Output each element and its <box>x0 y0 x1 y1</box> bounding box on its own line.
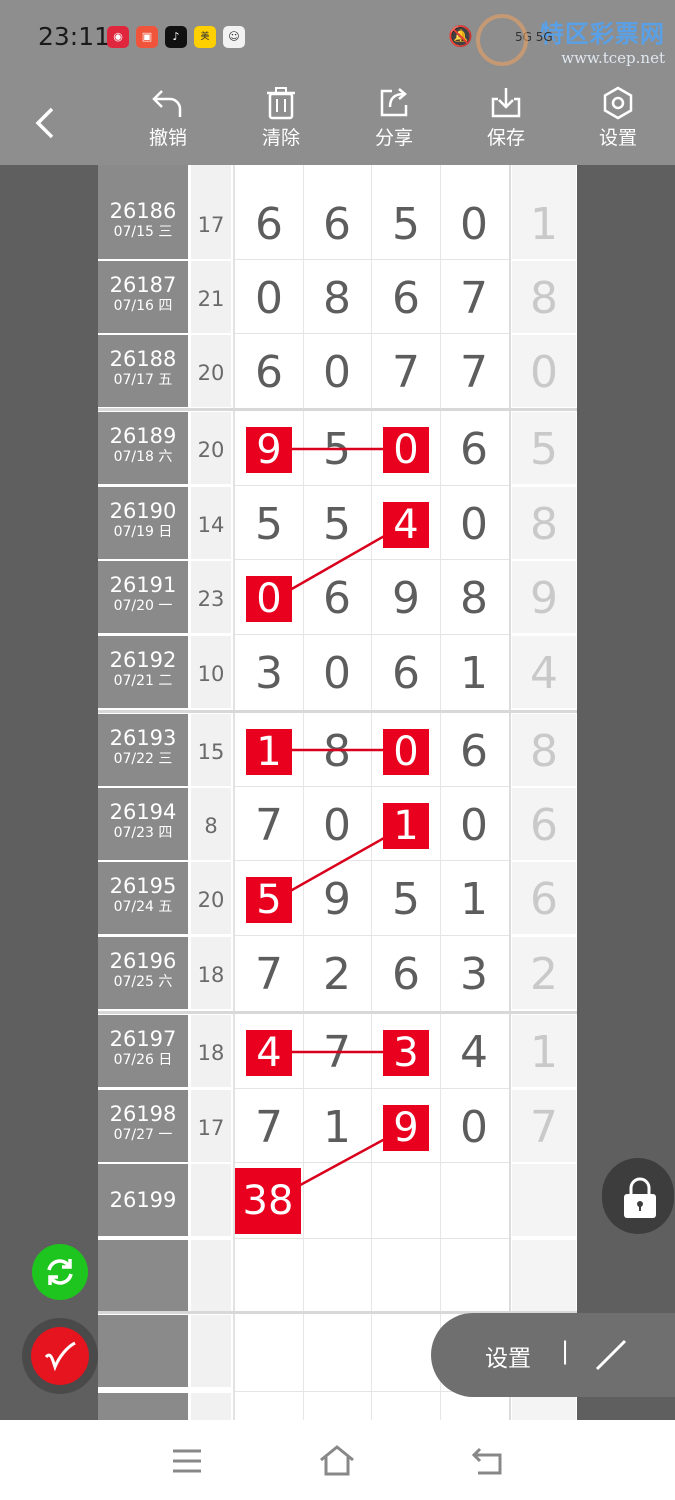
back-button[interactable] <box>28 103 62 147</box>
menu-icon[interactable] <box>170 1446 204 1476</box>
floating-tool-panel: 设置 | <box>431 1313 675 1397</box>
digit-cell[interactable]: 9 <box>235 412 303 484</box>
settings-button[interactable]: 设置 <box>578 85 658 150</box>
chevron-left-icon <box>35 107 54 139</box>
refresh-button[interactable] <box>32 1244 88 1300</box>
pen-tool-inner <box>31 1327 89 1385</box>
sync-icon <box>47 1259 73 1285</box>
digit-cell[interactable]: 4 <box>235 1015 303 1087</box>
shop-app-icon: ▣ <box>136 26 158 48</box>
mute-icon: 🔕 <box>448 24 473 48</box>
share-icon <box>380 88 408 117</box>
toolbar: 撤销 清除 分享 保存 设置 <box>0 75 675 165</box>
digit-cell[interactable]: 9 <box>372 1090 440 1162</box>
save-label: 保存 <box>486 127 525 149</box>
digit-cell[interactable]: 0 <box>372 412 440 484</box>
clear-button[interactable]: 清除 <box>241 85 321 150</box>
pen-stroke-icon <box>44 1341 76 1372</box>
highlighted-digit[interactable]: 0 <box>383 427 429 473</box>
lock-icon <box>624 1177 656 1218</box>
watermark-title: 特区彩票网 <box>540 20 665 48</box>
undo-label: 撤销 <box>148 127 187 149</box>
highlighted-digit[interactable]: 4 <box>246 1030 292 1076</box>
digit-cell[interactable]: 0 <box>372 714 440 786</box>
highlighted-digit[interactable]: 1 <box>383 803 429 849</box>
panel-settings-button[interactable]: 设置 <box>485 1339 531 1373</box>
home-icon[interactable] <box>318 1444 356 1478</box>
gear-icon <box>603 86 633 120</box>
lock-button[interactable] <box>602 1158 674 1234</box>
fan-app-icon: ◉ <box>107 26 129 48</box>
line-tool-icon[interactable] <box>591 1335 631 1375</box>
highlighted-digit[interactable]: 0 <box>246 576 292 622</box>
undo-icon <box>152 90 182 117</box>
share-label: 分享 <box>374 127 413 149</box>
highlighted-digit[interactable]: 5 <box>246 877 292 923</box>
digit-cell[interactable]: 1 <box>372 788 440 860</box>
highlighted-digit[interactable]: 3 <box>383 1030 429 1076</box>
avatar-app-icon: ☺ <box>223 26 245 48</box>
watermark-logo-icon <box>476 14 528 66</box>
undo-button[interactable]: 撤销 <box>128 85 208 150</box>
back-nav-icon[interactable] <box>470 1446 506 1476</box>
settings-label: 设置 <box>598 127 637 149</box>
clear-label: 清除 <box>261 127 300 149</box>
highlighted-digit[interactable]: 9 <box>383 1105 429 1151</box>
panel-separator: | <box>561 1337 570 1365</box>
digit-cell[interactable]: 0 <box>235 561 303 633</box>
meituan-icon: 美 <box>194 26 216 48</box>
share-button[interactable]: 分享 <box>354 85 434 150</box>
digit-cell[interactable]: 4 <box>372 487 440 559</box>
digit-cell[interactable]: 5 <box>235 862 303 934</box>
digit-cell[interactable]: 3 <box>372 1015 440 1087</box>
watermark-url: www.tcep.net <box>561 49 665 67</box>
save-button[interactable]: 保存 <box>466 85 546 150</box>
connector-lines <box>268 447 408 1204</box>
highlighted-digit[interactable]: 1 <box>246 729 292 775</box>
lottery-trend-grid[interactable]: 26186 07/15 三 17 6 6 5 0 1 26187 07/16 四 21 0 8 6 7 8 26… <box>98 165 577 1420</box>
status-bar: 23:11 ◉ ▣ ♪ 美 ☺ 🔕 特区彩票网 www.tcep.net 5G … <box>0 0 675 75</box>
highlighted-digit[interactable]: 9 <box>246 427 292 473</box>
highlighted-digit[interactable]: 4 <box>383 502 429 548</box>
trash-icon <box>267 87 295 120</box>
highlighted-digit[interactable]: 0 <box>383 729 429 775</box>
tiktok-icon: ♪ <box>165 26 187 48</box>
status-time: 23:11 <box>38 22 111 51</box>
watermark: 特区彩票网 www.tcep.net <box>540 14 665 67</box>
digit-cell[interactable]: 1 <box>235 714 303 786</box>
highlight-38-box[interactable]: 38 <box>235 1168 301 1234</box>
pen-tool-button[interactable] <box>22 1318 98 1394</box>
system-nav-bar <box>0 1420 675 1500</box>
download-icon <box>491 88 521 118</box>
